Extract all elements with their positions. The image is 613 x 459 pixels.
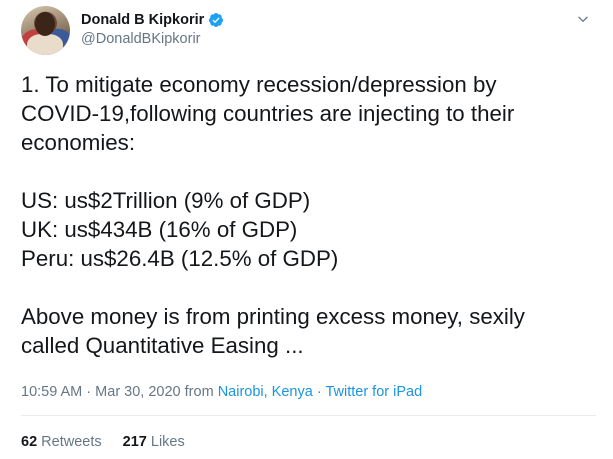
tweet-text-line: COVID-19,following countries are injecti… — [21, 101, 515, 126]
tweet-text-line: called Quantitative Easing ... — [21, 333, 304, 358]
avatar-body-shape — [27, 34, 63, 55]
tweet-text-line: UK: us$434B (16% of GDP) — [21, 217, 298, 242]
verified-badge-icon — [209, 13, 224, 27]
avatar-face-shape — [35, 12, 55, 36]
tweet-text: 1. To mitigate economy recession/depress… — [21, 70, 596, 360]
tweet-text-line: Peru: us$26.4B (12.5% of GDP) — [21, 246, 339, 271]
likes-count: 217 — [122, 434, 147, 450]
author-block: Donald B Kipkorir @DonaldBKipkorir — [81, 11, 224, 47]
tweet-text-line: Above money is from printing excess mone… — [21, 304, 525, 329]
likes-label: Likes — [150, 434, 185, 450]
tweet-text-line: economies: — [21, 130, 136, 155]
retweets-stat[interactable]: 62 Retweets — [21, 434, 106, 450]
tweet-date[interactable]: Mar 30, 2020 — [95, 384, 180, 400]
likes-stat[interactable]: 217 Likes — [123, 434, 185, 450]
tweet-text-line: US: us$2Trillion (9% of GDP) — [21, 188, 311, 213]
meta-separator: · — [316, 384, 322, 400]
tweet-card: Donald B Kipkorir @DonaldBKipkorir 1. To… — [0, 0, 613, 459]
tweet-time[interactable]: 10:59 AM — [21, 384, 82, 400]
tweet-stats: 62 Retweets 217 Likes — [21, 434, 202, 450]
retweets-label: Retweets — [41, 434, 102, 450]
meta-from-label: from — [184, 384, 214, 400]
tweet-meta: 10:59 AM · Mar 30, 2020 from Nairobi, Ke… — [21, 384, 422, 400]
chevron-down-icon[interactable] — [576, 12, 590, 26]
retweets-count: 62 — [21, 434, 38, 450]
tweet-location-link[interactable]: Nairobi, Kenya — [218, 384, 313, 400]
author-handle[interactable]: @DonaldBKipkorir — [81, 31, 224, 47]
tweet-text-line: 1. To mitigate economy recession/depress… — [21, 72, 497, 97]
author-name-row: Donald B Kipkorir — [81, 11, 224, 29]
meta-separator: · — [86, 384, 92, 400]
avatar[interactable] — [21, 6, 70, 55]
tweet-source-link[interactable]: Twitter for iPad — [325, 384, 422, 400]
author-display-name[interactable]: Donald B Kipkorir — [81, 12, 204, 28]
divider — [21, 415, 596, 416]
